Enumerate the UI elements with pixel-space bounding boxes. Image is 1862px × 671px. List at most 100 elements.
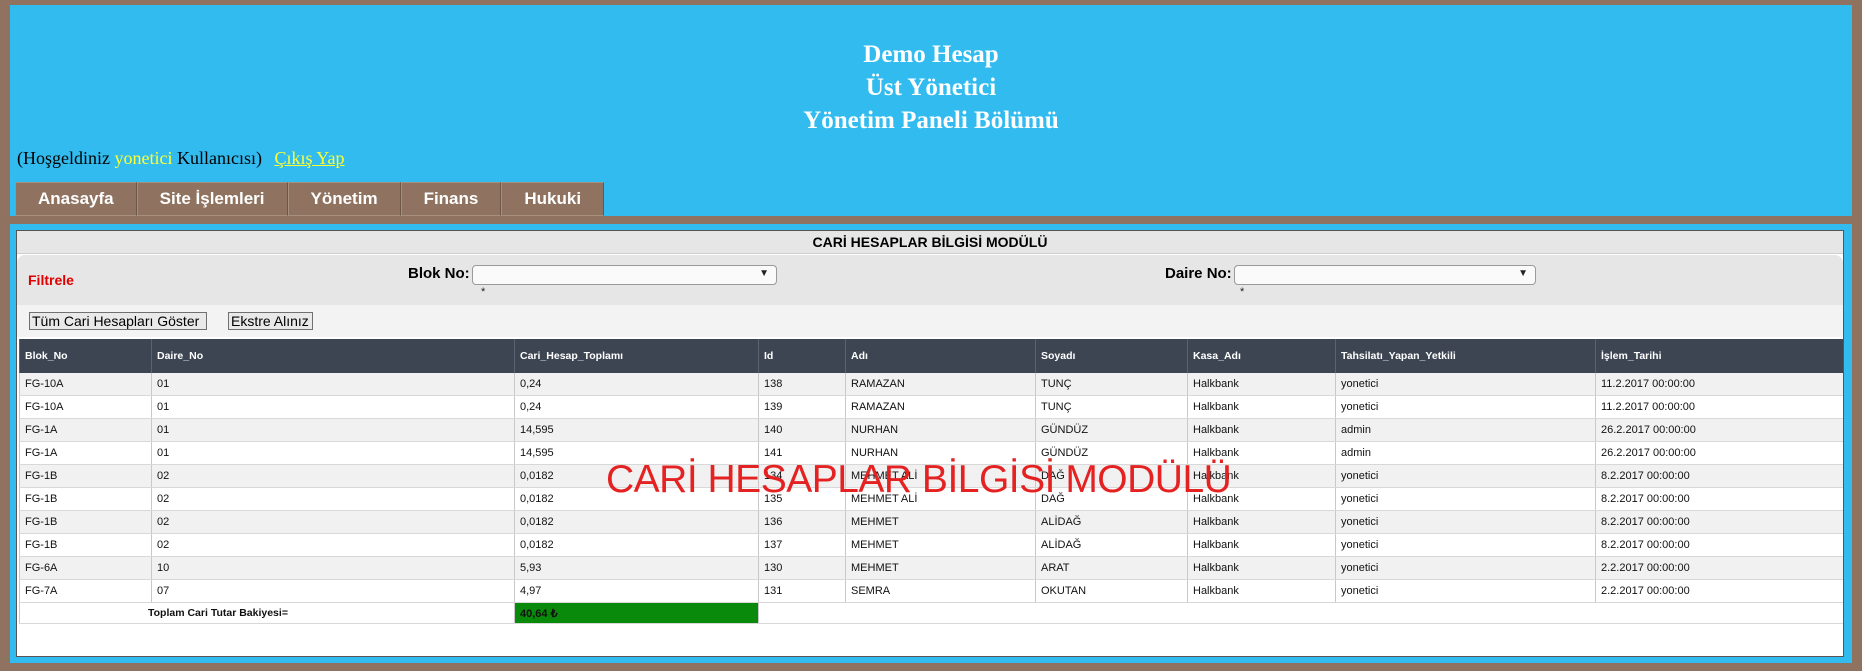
table-cell: 2.2.2017 00:00:00 xyxy=(1595,579,1843,603)
module-watermark-text: CARİ HESAPLAR BİLGİSİ MODÜLÜ xyxy=(606,458,1232,501)
table-cell: MEHMET xyxy=(845,556,1036,580)
table-cell: FG-1A xyxy=(19,441,152,465)
table-cell: FG-1B xyxy=(19,510,152,534)
nav-item-anasayfa[interactable]: Anasayfa xyxy=(15,182,137,216)
table-cell: 02 xyxy=(151,510,515,534)
table-cell: Halkbank xyxy=(1187,579,1336,603)
column-header[interactable]: Tahsilatı_Yapan_Yetkili xyxy=(1335,339,1596,373)
nav-item-hukuki[interactable]: Hukuki xyxy=(501,182,605,216)
total-row: Toplam Cari Tutar Bakiyesi= 40,64 ₺ xyxy=(19,602,1843,624)
table-cell: Halkbank xyxy=(1187,395,1336,419)
table-cell: 139 xyxy=(758,395,846,419)
table-cell: 14,595 xyxy=(514,418,759,442)
welcome-message: (Hoşgeldiniz yonetici Kullanıcısı) Çıkış… xyxy=(17,148,344,169)
table-cell: GÜNDÜZ xyxy=(1035,418,1188,442)
column-header[interactable]: Daire_No xyxy=(151,339,515,373)
table-cell: 131 xyxy=(758,579,846,603)
logout-link[interactable]: Çıkış Yap xyxy=(274,148,344,168)
table-cell: 11.2.2017 00:00:00 xyxy=(1595,373,1843,396)
blok-required-mark: * xyxy=(481,286,486,298)
panel-title: Yönetim Paneli Bölümü xyxy=(803,107,1059,134)
table-cell: admin xyxy=(1335,441,1596,465)
table-cell: 02 xyxy=(151,464,515,488)
table-cell: FG-1B xyxy=(19,464,152,488)
accounts-module: CARİ HESAPLAR BİLGİSİ MODÜLÜ Filtrele Bl… xyxy=(16,230,1844,657)
daire-no-select[interactable]: ▼ xyxy=(1234,265,1536,285)
table-row: FG-1B 02 0,0182 136 MEHMET ALİDAĞ Halkbank yone… xyxy=(19,510,1843,534)
table-cell: FG-1B xyxy=(19,487,152,511)
column-header[interactable]: Kasa_Adı xyxy=(1187,339,1336,373)
table-cell: MEHMET xyxy=(845,510,1036,534)
table-row: FG-1B 02 0,0182 137 MEHMET ALİDAĞ Halkbank yone… xyxy=(19,533,1843,557)
main-nav: Anasayfa Site İşlemleri Yönetim Finans H… xyxy=(15,182,605,216)
table-cell: TUNÇ xyxy=(1035,395,1188,419)
column-header[interactable]: İşlem_Tarihi xyxy=(1595,339,1843,373)
table-cell: 0,24 xyxy=(514,395,759,419)
nav-item-site-islemleri[interactable]: Site İşlemleri xyxy=(136,182,288,216)
table-cell: yonetici xyxy=(1335,510,1596,534)
module-frame: CARİ HESAPLAR BİLGİSİ MODÜLÜ Filtrele Bl… xyxy=(10,224,1852,663)
welcome-username: yonetici xyxy=(114,148,173,168)
column-header[interactable]: Id xyxy=(758,339,846,373)
filter-bar: Filtrele Blok No: ▼ * Daire No: ▼ * xyxy=(17,255,1843,305)
table-cell: Halkbank xyxy=(1187,510,1336,534)
table-row: FG-10A 01 0,24 138 RAMAZAN TUNÇ Halkbank yoneti… xyxy=(19,373,1843,396)
table-cell: 2.2.2017 00:00:00 xyxy=(1595,556,1843,580)
nav-item-finans[interactable]: Finans xyxy=(400,182,502,216)
table-cell: ALİDAĞ xyxy=(1035,510,1188,534)
table-cell: 26.2.2017 00:00:00 xyxy=(1595,441,1843,465)
table-cell: Halkbank xyxy=(1187,373,1336,396)
role-title: Üst Yönetici xyxy=(865,74,997,101)
table-cell: FG-7A xyxy=(19,579,152,603)
welcome-suffix: Kullanıcısı) xyxy=(176,148,262,168)
blok-no-select[interactable]: ▼ xyxy=(472,265,777,285)
module-title: CARİ HESAPLAR BİLGİSİ MODÜLÜ xyxy=(17,231,1843,254)
table-cell: 137 xyxy=(758,533,846,557)
table-cell: Halkbank xyxy=(1187,556,1336,580)
table-cell: 01 xyxy=(151,373,515,396)
table-cell: 4,97 xyxy=(514,579,759,603)
total-filler xyxy=(758,602,1843,624)
table-cell: 0,24 xyxy=(514,373,759,396)
table-cell: 8.2.2017 00:00:00 xyxy=(1595,487,1843,511)
table-cell: FG-10A xyxy=(19,373,152,396)
table-cell: yonetici xyxy=(1335,487,1596,511)
table-cell: 26.2.2017 00:00:00 xyxy=(1595,418,1843,442)
table-cell: SEMRA xyxy=(845,579,1036,603)
table-cell: 02 xyxy=(151,487,515,511)
table-cell: 140 xyxy=(758,418,846,442)
table-cell: MEHMET xyxy=(845,533,1036,557)
table-cell: 0,0182 xyxy=(514,510,759,534)
table-cell: 01 xyxy=(151,441,515,465)
table-cell: yonetici xyxy=(1335,464,1596,488)
table-cell: FG-10A xyxy=(19,395,152,419)
welcome-prefix: (Hoşgeldiniz xyxy=(17,148,110,168)
show-all-accounts-button[interactable]: Tüm Cari Hesapları Göster xyxy=(29,312,207,330)
action-bar: Tüm Cari Hesapları Göster Ekstre Alınız xyxy=(17,305,1843,337)
statement-button[interactable]: Ekstre Alınız xyxy=(228,312,313,330)
table-cell: 02 xyxy=(151,533,515,557)
table-cell: admin xyxy=(1335,418,1596,442)
table-cell: ALİDAĞ xyxy=(1035,533,1188,557)
total-label: Toplam Cari Tutar Bakiyesi= xyxy=(19,602,515,624)
filter-label: Filtrele xyxy=(28,272,74,288)
nav-item-yonetim[interactable]: Yönetim xyxy=(287,182,401,216)
table-cell: 01 xyxy=(151,395,515,419)
table-cell: yonetici xyxy=(1335,373,1596,396)
table-cell: Halkbank xyxy=(1187,533,1336,557)
table-cell: OKUTAN xyxy=(1035,579,1188,603)
table-cell: 8.2.2017 00:00:00 xyxy=(1595,464,1843,488)
table-cell: 01 xyxy=(151,418,515,442)
table-cell: NURHAN xyxy=(845,418,1036,442)
table-cell: 0,0182 xyxy=(514,533,759,557)
column-header[interactable]: Soyadı xyxy=(1035,339,1188,373)
table-cell: RAMAZAN xyxy=(845,373,1036,396)
table-cell: RAMAZAN xyxy=(845,395,1036,419)
column-header[interactable]: Adı xyxy=(845,339,1036,373)
page-header: Demo Hesap Üst Yönetici Yönetim Paneli B… xyxy=(10,5,1852,216)
table-cell: FG-6A xyxy=(19,556,152,580)
table-cell: 8.2.2017 00:00:00 xyxy=(1595,510,1843,534)
column-header[interactable]: Cari_Hesap_Toplamı xyxy=(514,339,759,373)
table-row: FG-7A 07 4,97 131 SEMRA OKUTAN Halkbank yonetic… xyxy=(19,579,1843,603)
column-header[interactable]: Blok_No xyxy=(19,339,152,373)
